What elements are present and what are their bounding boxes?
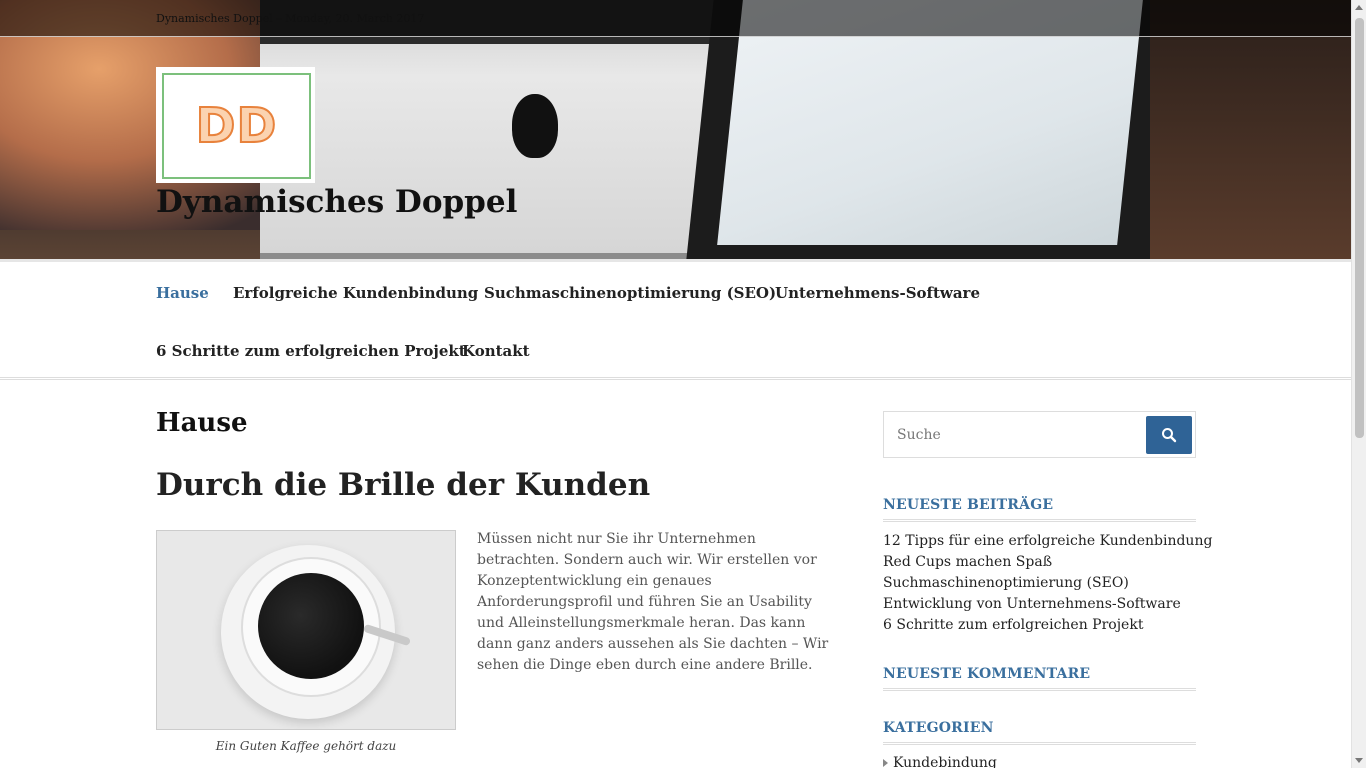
recent-posts-title: NEUESTE BEITRÄGE bbox=[883, 497, 1196, 522]
scroll-thumb[interactable] bbox=[1355, 18, 1364, 438]
search-form bbox=[883, 411, 1196, 458]
site-logo-text: DD bbox=[195, 97, 278, 155]
category-item[interactable]: Kundebindung bbox=[883, 755, 997, 768]
site-logo[interactable]: DD bbox=[156, 67, 315, 183]
scroll-up-arrow-icon[interactable] bbox=[1355, 5, 1363, 10]
hero-desk bbox=[1150, 0, 1351, 259]
nav-item-6-schritte[interactable]: 6 Schritte zum erfolgreichen Projekt bbox=[156, 342, 466, 360]
nav-item-kundenbindung[interactable]: Erfolgreiche Kundenbindung bbox=[233, 284, 478, 302]
search-icon bbox=[1162, 428, 1177, 443]
site-title[interactable]: Dynamisches Doppel bbox=[156, 184, 517, 220]
chevron-right-icon bbox=[883, 759, 888, 767]
recent-post-link[interactable]: Entwicklung von Unternehmens-Software bbox=[883, 594, 1203, 615]
page-scrollbar[interactable] bbox=[1351, 0, 1366, 768]
image-caption: Ein Guten Kaffee gehört dazu bbox=[215, 739, 397, 753]
scroll-down-arrow-icon[interactable] bbox=[1355, 758, 1363, 763]
page-title: Hause bbox=[156, 408, 248, 438]
top-bar: Dynamisches Doppel – Monday, 20. March 2… bbox=[0, 0, 1351, 37]
recent-post-link[interactable]: Red Cups machen Spaß bbox=[883, 552, 1203, 573]
recent-posts-list: 12 Tipps für eine erfolgreiche Kundenbin… bbox=[883, 531, 1212, 636]
nav-item-kontakt[interactable]: Kontakt bbox=[462, 342, 530, 360]
coffee-image bbox=[156, 530, 456, 730]
recent-post-link[interactable]: 6 Schritte zum erfolgreichen Projekt bbox=[883, 615, 1203, 636]
recent-post-link[interactable]: 12 Tipps für eine erfolgreiche Kundenbin… bbox=[883, 531, 1212, 552]
main-navigation: Hause Erfolgreiche Kundenbindung Suchmas… bbox=[0, 259, 1351, 380]
nav-item-seo[interactable]: Suchmaschinenoptimierung (SEO) bbox=[484, 284, 776, 302]
nav-item-hause[interactable]: Hause bbox=[156, 284, 209, 302]
search-button[interactable] bbox=[1146, 416, 1192, 454]
recent-comments-title: NEUESTE KOMMENTARE bbox=[883, 666, 1196, 691]
coffee-liquid bbox=[258, 573, 364, 679]
hero-apple-logo bbox=[512, 94, 558, 158]
search-input[interactable] bbox=[885, 413, 1140, 456]
nav-item-unternehmens-software[interactable]: Unternehmens-Software bbox=[775, 284, 980, 302]
recent-post-link[interactable]: Suchmaschinenoptimierung (SEO) bbox=[883, 573, 1203, 594]
hero-imac bbox=[260, 0, 730, 259]
post-title[interactable]: Durch die Brille der Kunden bbox=[156, 467, 650, 503]
site-logo-frame: DD bbox=[162, 73, 311, 179]
categories-title: KATEGORIEN bbox=[883, 720, 1196, 745]
category-label: Kundebindung bbox=[893, 755, 997, 768]
post-body-text: Müssen nicht nur Sie ihr Unternehmen bet… bbox=[477, 531, 829, 673]
top-bar-text: Dynamisches Doppel – Monday, 20. March 2… bbox=[156, 12, 425, 25]
